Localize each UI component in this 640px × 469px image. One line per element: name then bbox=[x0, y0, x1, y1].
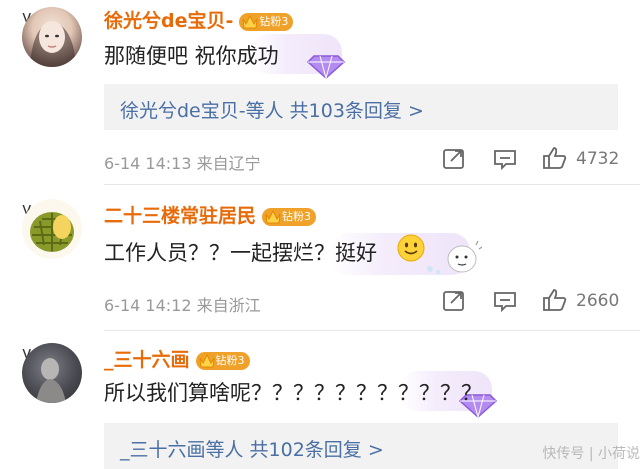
share-icon[interactable] bbox=[442, 148, 466, 170]
commenter-name[interactable]: _三十六画 钻粉3 bbox=[104, 345, 250, 372]
crown-icon bbox=[199, 353, 215, 367]
diamond-deco bbox=[306, 55, 346, 80]
reply-summary[interactable]: _三十六画等人 共102条回复 > bbox=[104, 423, 618, 469]
avatar[interactable]: v bbox=[22, 7, 86, 71]
like-count: 2660 bbox=[576, 291, 620, 311]
comment-meta: 6-14 14:13 来自辽宁 bbox=[104, 154, 261, 173]
comment-text: 工作人员？？一起摆烂？挺好 bbox=[104, 241, 377, 265]
fan-badge: 钻粉3 bbox=[195, 351, 250, 370]
comment-icon[interactable] bbox=[493, 290, 517, 312]
avatar[interactable]: v bbox=[22, 199, 86, 263]
crown-icon bbox=[265, 209, 281, 223]
comment-text: 所以我们算啥呢？？？？？？？？？？？ bbox=[104, 381, 482, 405]
like-count: 4732 bbox=[576, 149, 620, 169]
mascot-deco bbox=[427, 240, 482, 274]
commenter-name[interactable]: 二十三楼常驻居民 钻粉3 bbox=[104, 201, 317, 228]
commenter-name[interactable]: 徐光兮de宝贝- 钻粉3 bbox=[104, 6, 294, 33]
comment-2: v 二十三楼常驻居民 钻粉3 工作人员？？一起摆烂？挺好 6-14 14:12 来… bbox=[0, 185, 640, 330]
comment-text: 那随便吧 祝你成功 bbox=[104, 44, 279, 68]
comment-icon[interactable] bbox=[493, 148, 517, 170]
fan-badge: 钻粉3 bbox=[239, 12, 294, 31]
like-icon[interactable] bbox=[542, 146, 568, 170]
crown-icon bbox=[242, 14, 258, 28]
fan-badge: 钻粉3 bbox=[262, 207, 317, 226]
like-icon[interactable] bbox=[542, 288, 568, 312]
avatar[interactable]: v bbox=[22, 343, 86, 407]
comment-1: v 徐光兮de宝贝- 钻粉3 那随便吧 祝你成功 徐光兮de宝贝-等人 共103条… bbox=[0, 0, 640, 185]
watermark: 快传号 | 小荷说 bbox=[542, 446, 640, 462]
share-icon[interactable] bbox=[442, 290, 466, 312]
comment-meta: 6-14 14:12 来自浙江 bbox=[104, 296, 261, 315]
reply-summary[interactable]: 徐光兮de宝贝-等人 共103条回复 > bbox=[104, 84, 618, 130]
